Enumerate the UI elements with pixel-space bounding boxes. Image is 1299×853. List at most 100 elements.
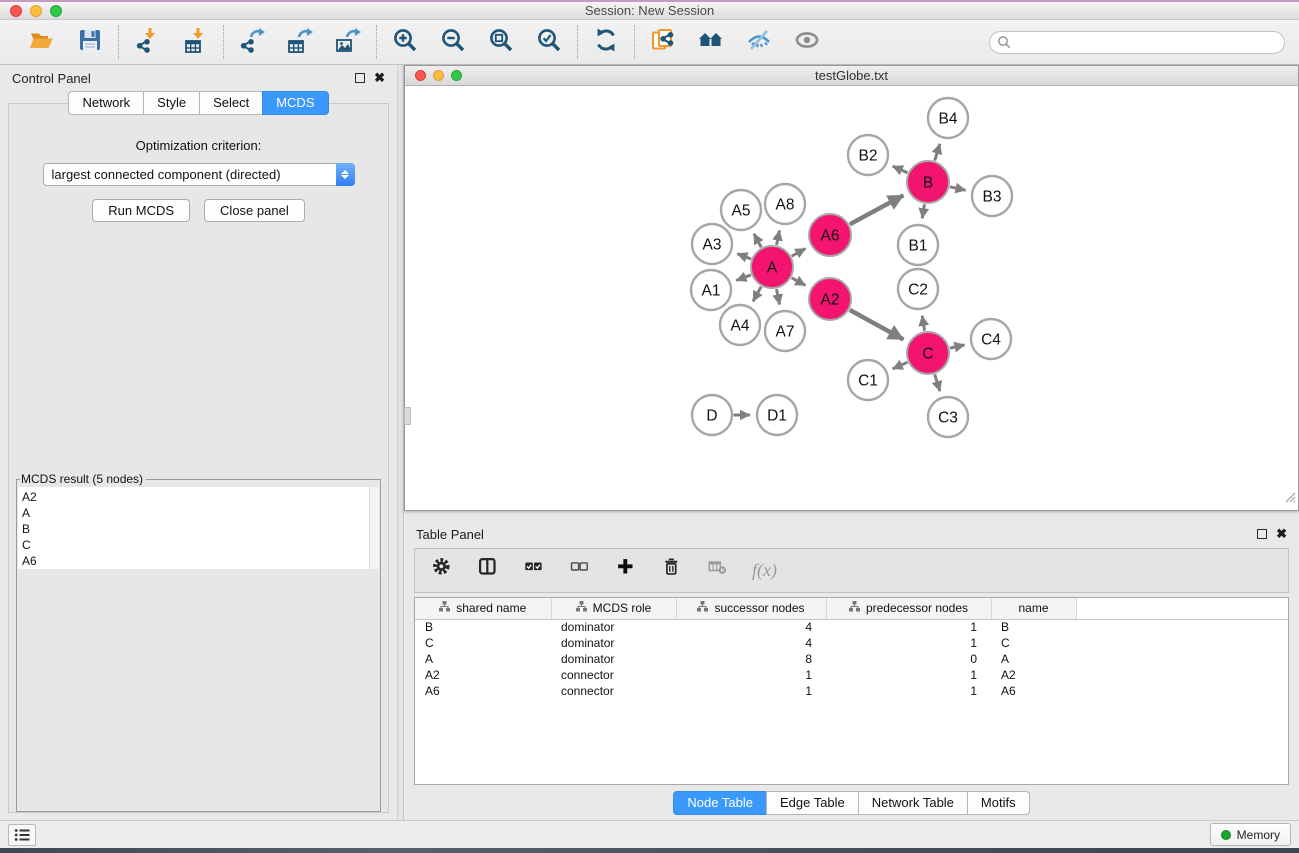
tab-edge-table[interactable]: Edge Table xyxy=(766,791,859,815)
mcds-result-item[interactable]: C xyxy=(22,537,379,553)
float-table-panel-icon[interactable] xyxy=(1257,529,1267,539)
cell-shared-name[interactable]: A2 xyxy=(415,667,551,683)
task-history-button[interactable] xyxy=(8,824,36,846)
tab-network[interactable]: Network xyxy=(68,91,144,115)
cell-successor-nodes[interactable]: 4 xyxy=(676,635,826,651)
memory-button[interactable]: Memory xyxy=(1210,823,1291,846)
graph-node-D1[interactable]: D1 xyxy=(757,395,797,435)
edge-A-A7[interactable] xyxy=(776,289,779,304)
cell-MCDS-role[interactable]: dominator xyxy=(551,635,676,651)
cell-successor-nodes[interactable]: 1 xyxy=(676,667,826,683)
tab-network-table[interactable]: Network Table xyxy=(858,791,968,815)
refresh-button[interactable] xyxy=(591,27,621,57)
tab-style[interactable]: Style xyxy=(143,91,200,115)
resize-grip-icon[interactable] xyxy=(1283,490,1296,508)
graph-node-A8[interactable]: A8 xyxy=(765,184,805,224)
mcds-result-item[interactable]: A xyxy=(22,505,379,521)
mcds-result-item[interactable]: A2 xyxy=(22,489,379,505)
cell-predecessor-nodes[interactable]: 1 xyxy=(826,683,991,699)
graph-node-B4[interactable]: B4 xyxy=(928,98,968,138)
edge-B-B4[interactable] xyxy=(935,144,940,161)
cell-name[interactable]: A xyxy=(991,651,1076,667)
graph-node-A5[interactable]: A5 xyxy=(721,190,761,230)
edge-C-C4[interactable] xyxy=(950,345,965,348)
graph-node-B1[interactable]: B1 xyxy=(898,225,938,265)
import-table-button[interactable] xyxy=(180,27,210,57)
graph-node-A[interactable]: A xyxy=(751,246,793,288)
cell-name[interactable]: C xyxy=(991,635,1076,651)
graph-node-C[interactable]: C xyxy=(907,332,949,374)
table-row[interactable]: Cdominator41C xyxy=(415,635,1288,651)
tab-select[interactable]: Select xyxy=(199,91,263,115)
graph-node-A7[interactable]: A7 xyxy=(765,311,805,351)
zoom-selected-button[interactable] xyxy=(534,27,564,57)
cell-predecessor-nodes[interactable]: 1 xyxy=(826,619,991,635)
edge-B-B3[interactable] xyxy=(950,187,966,190)
mcds-result-item[interactable]: B xyxy=(22,521,379,537)
cell-shared-name[interactable]: C xyxy=(415,635,551,651)
cell-predecessor-nodes[interactable]: 1 xyxy=(826,667,991,683)
graph-node-B2[interactable]: B2 xyxy=(848,135,888,175)
run-mcds-button[interactable]: Run MCDS xyxy=(92,199,190,222)
cell-predecessor-nodes[interactable]: 1 xyxy=(826,635,991,651)
show-columns-button[interactable] xyxy=(476,558,502,584)
edge-A6-B[interactable] xyxy=(850,195,904,224)
new-network-from-selection-button[interactable] xyxy=(648,27,678,57)
table-row[interactable]: Adominator80A xyxy=(415,651,1288,667)
graph-node-C4[interactable]: C4 xyxy=(971,319,1011,359)
graph-node-B[interactable]: B xyxy=(907,161,949,203)
cell-successor-nodes[interactable]: 1 xyxy=(676,683,826,699)
graph-node-B3[interactable]: B3 xyxy=(972,176,1012,216)
unselect-all-columns-button[interactable] xyxy=(568,558,594,584)
graph-node-A2[interactable]: A2 xyxy=(809,278,851,320)
criterion-dropdown[interactable]: largest connected component (directed) xyxy=(43,163,355,186)
graph-node-C1[interactable]: C1 xyxy=(848,360,888,400)
graph-node-A4[interactable]: A4 xyxy=(720,305,760,345)
column-header-successor-nodes[interactable]: successor nodes xyxy=(676,598,826,619)
network-canvas[interactable]: B4 B2 B B3 A8A5 A6 A3 B1 A A1 C2 A2 A4A7 C4 C C1 C3 D D1 xyxy=(405,86,1298,510)
edge-C-C3[interactable] xyxy=(935,374,940,391)
cell-name[interactable]: A2 xyxy=(991,667,1076,683)
panel-splitter[interactable] xyxy=(397,65,404,820)
create-column-button[interactable] xyxy=(614,558,640,584)
zoom-out-button[interactable] xyxy=(438,27,468,57)
table-options-gear-button[interactable] xyxy=(430,558,456,584)
graph-node-A1[interactable]: A1 xyxy=(691,270,731,310)
first-neighbors-button[interactable] xyxy=(696,27,726,57)
edge-A-A5[interactable] xyxy=(754,234,761,248)
column-header-predecessor-nodes[interactable]: predecessor nodes xyxy=(826,598,991,619)
edge-A-A8[interactable] xyxy=(777,230,780,245)
column-header-name[interactable]: name xyxy=(991,598,1076,619)
edge-A-A3[interactable] xyxy=(737,254,751,259)
cell-shared-name[interactable]: A6 xyxy=(415,683,551,699)
hide-selected-button[interactable] xyxy=(744,27,774,57)
export-network-button[interactable] xyxy=(237,27,267,57)
cell-predecessor-nodes[interactable]: 0 xyxy=(826,651,991,667)
canvas-side-handle[interactable] xyxy=(404,407,411,425)
edge-A-A1[interactable] xyxy=(736,275,751,281)
save-session-button[interactable] xyxy=(75,27,105,57)
cell-name[interactable]: A6 xyxy=(991,683,1076,699)
edge-B-B2[interactable] xyxy=(893,166,908,173)
cell-MCDS-role[interactable]: dominator xyxy=(551,619,676,635)
graph-node-C3[interactable]: C3 xyxy=(928,397,968,437)
delete-columns-button[interactable] xyxy=(660,558,686,584)
zoom-in-button[interactable] xyxy=(390,27,420,57)
cell-shared-name[interactable]: B xyxy=(415,619,551,635)
export-table-button[interactable] xyxy=(285,27,315,57)
graph-node-A3[interactable]: A3 xyxy=(692,224,732,264)
cell-MCDS-role[interactable]: connector xyxy=(551,667,676,683)
table-row[interactable]: Bdominator41B xyxy=(415,619,1288,635)
close-table-panel-icon[interactable]: ✖ xyxy=(1276,529,1287,539)
edge-B-B1[interactable] xyxy=(922,204,924,218)
graph-node-C2[interactable]: C2 xyxy=(898,269,938,309)
cell-name[interactable]: B xyxy=(991,619,1076,635)
tab-motifs[interactable]: Motifs xyxy=(967,791,1030,815)
edge-A-A6[interactable] xyxy=(792,249,806,257)
graph-node-D[interactable]: D xyxy=(692,395,732,435)
cell-MCDS-role[interactable]: dominator xyxy=(551,651,676,667)
cell-successor-nodes[interactable]: 8 xyxy=(676,651,826,667)
graph-node-A6[interactable]: A6 xyxy=(809,214,851,256)
show-all-button[interactable] xyxy=(792,27,822,57)
column-header-MCDS-role[interactable]: MCDS role xyxy=(551,598,676,619)
